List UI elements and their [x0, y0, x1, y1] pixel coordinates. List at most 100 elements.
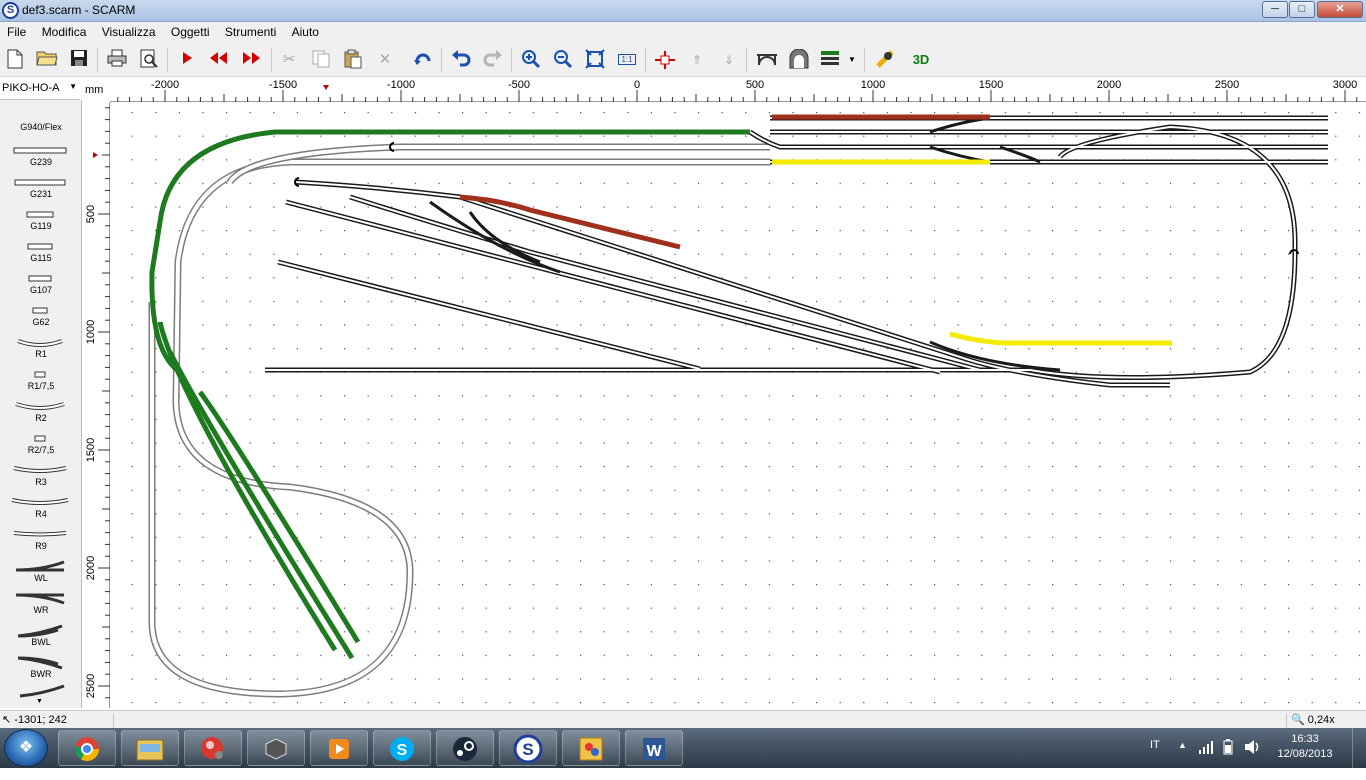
library-item-label: G239	[29, 157, 53, 167]
track-library: G940/Flex G239 G231 G119 G115 G107 G62 R…	[0, 100, 82, 708]
word-icon[interactable]: W	[625, 730, 683, 766]
ruler-label: -500	[508, 79, 530, 91]
language-indicator[interactable]: IT	[1150, 739, 1160, 779]
save-icon[interactable]	[68, 49, 90, 71]
library-item[interactable]: G239	[0, 140, 81, 172]
cut-icon[interactable]: ✂	[278, 49, 300, 71]
play-icon[interactable]	[176, 49, 198, 71]
turnout-left-icon	[10, 560, 70, 574]
menu-visualizza[interactable]: Visualizza	[95, 22, 161, 39]
layers-dropdown-icon[interactable]: ▼	[846, 49, 858, 71]
media-player-icon[interactable]	[184, 730, 242, 766]
close-button[interactable]: ✕	[1317, 1, 1363, 18]
curve-track-icon	[10, 336, 70, 350]
video-player-icon[interactable]	[310, 730, 368, 766]
straight-track-icon	[10, 272, 70, 286]
separator	[167, 48, 168, 72]
library-item[interactable]: R1/7,5	[0, 364, 81, 396]
zoom-in-icon[interactable]	[520, 49, 542, 71]
virtualbox-icon[interactable]	[247, 730, 305, 766]
menu-file[interactable]: File	[0, 22, 31, 39]
curve-track-icon	[10, 528, 70, 542]
chrome-icon[interactable]	[58, 730, 116, 766]
library-item[interactable]: R1	[0, 332, 81, 364]
show-desktop-button[interactable]	[1352, 728, 1366, 768]
library-item[interactable]: G115	[0, 236, 81, 268]
horizontal-ruler: -2000 -1500 -1000 -500 0 500 1000 1500 2000 2500 3…	[110, 78, 1366, 102]
scroll-down-icon[interactable]: ▼	[36, 698, 43, 705]
battery-icon[interactable]	[1222, 739, 1234, 779]
tray-expand-icon[interactable]: ▲	[1178, 740, 1187, 780]
library-item-label: R1	[35, 349, 47, 359]
layers-icon[interactable]	[820, 49, 842, 71]
copy-icon[interactable]	[310, 49, 332, 71]
ruler-label: 1500	[85, 438, 97, 462]
minimize-button[interactable]: ─	[1262, 1, 1288, 18]
library-item-label: G940/Flex	[20, 122, 62, 132]
scarm-icon[interactable]: S	[499, 730, 557, 766]
steam-icon[interactable]	[436, 730, 494, 766]
fit-icon[interactable]	[584, 49, 606, 71]
delete-icon[interactable]: ✕	[374, 49, 396, 71]
library-item[interactable]: BWL	[0, 620, 81, 652]
library-item[interactable]: R4	[0, 492, 81, 524]
forward-icon[interactable]	[240, 49, 262, 71]
skype-icon[interactable]: S	[373, 730, 431, 766]
start-button[interactable]: ❖	[4, 729, 48, 767]
ruler-label: 3000	[1333, 79, 1357, 91]
rewind-icon[interactable]	[208, 49, 230, 71]
library-item[interactable]: G231	[0, 172, 81, 204]
library-item[interactable]: WL	[0, 556, 81, 588]
grid	[110, 102, 1366, 708]
turnout-right-icon	[10, 592, 70, 606]
separator	[746, 48, 747, 72]
library-item[interactable]: R3	[0, 460, 81, 492]
paint-icon[interactable]	[562, 730, 620, 766]
height-up-icon[interactable]: ⇑	[686, 49, 708, 71]
menu-modifica[interactable]: Modifica	[35, 22, 92, 39]
ruler-label: 1000	[85, 320, 97, 344]
library-item[interactable]: R9	[0, 524, 81, 556]
system-clock[interactable]: 16:33 12/08/2013	[1270, 732, 1340, 762]
library-item[interactable]: G107	[0, 268, 81, 300]
ruler-label: 2000	[1097, 79, 1121, 91]
ruler-left-scale: 500 1000 1500 2000 2500	[85, 107, 110, 699]
rotate-icon[interactable]	[412, 49, 434, 71]
paste-icon[interactable]	[342, 49, 364, 71]
tunnel-icon[interactable]	[788, 48, 810, 71]
magnifier-icon: 🔍	[1291, 714, 1305, 726]
undo-icon[interactable]	[450, 49, 472, 71]
library-item[interactable]: R2	[0, 396, 81, 428]
redo-icon[interactable]	[482, 49, 504, 71]
print-preview-icon[interactable]	[138, 49, 160, 71]
volume-icon[interactable]	[1244, 739, 1260, 779]
height-down-icon[interactable]: ⇓	[718, 49, 740, 71]
library-selector[interactable]: PIKO-HO-A ▼	[0, 78, 80, 100]
measure-icon[interactable]	[874, 49, 896, 71]
print-icon[interactable]	[106, 49, 128, 71]
svg-text:S: S	[522, 740, 533, 759]
height-icon[interactable]	[654, 49, 676, 71]
library-item[interactable]: G940/Flex	[0, 102, 81, 134]
menu-oggetti[interactable]: Oggetti	[164, 22, 215, 39]
library-item[interactable]: R2/7,5	[0, 428, 81, 460]
bridge-icon[interactable]	[756, 49, 778, 71]
view-3d-icon[interactable]: 3D	[910, 49, 932, 71]
library-item[interactable]: WR	[0, 588, 81, 620]
menu-strumenti[interactable]: Strumenti	[218, 22, 281, 39]
coordinates-readout: ↖ -1301; 242	[2, 713, 114, 728]
open-folder-icon[interactable]	[36, 49, 58, 71]
zoom-1-1-icon[interactable]: 1:1	[616, 49, 638, 71]
layout-canvas[interactable]	[110, 102, 1366, 708]
maximize-button[interactable]: □	[1289, 1, 1315, 18]
track-plan[interactable]	[110, 102, 1366, 708]
menu-aiuto[interactable]: Aiuto	[285, 22, 324, 39]
explorer-icon[interactable]	[121, 730, 179, 766]
zoom-out-icon[interactable]	[552, 49, 574, 71]
network-icon[interactable]	[1198, 740, 1214, 780]
separator	[645, 48, 646, 72]
library-item[interactable]: G62	[0, 300, 81, 332]
new-file-icon[interactable]	[4, 49, 26, 71]
library-item[interactable]: G119	[0, 204, 81, 236]
svg-text:S: S	[397, 742, 408, 759]
